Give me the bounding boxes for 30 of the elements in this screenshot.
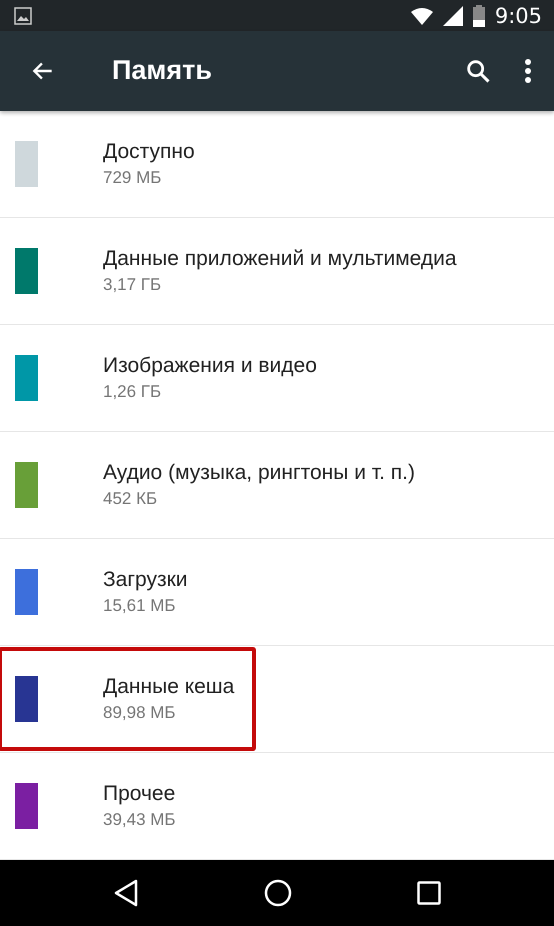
item-title: Данные кеша [103, 674, 234, 698]
image-icon [14, 6, 32, 25]
item-size: 3,17 ГБ [103, 274, 162, 294]
item-size: 729 МБ [103, 168, 162, 188]
item-title: Изображения и видео [103, 354, 317, 378]
storage-row[interactable]: Загрузки 15,61 МБ [0, 538, 554, 646]
storage-row[interactable]: Доступно 729 МБ [0, 110, 554, 218]
status-time: 9:05 [494, 4, 542, 28]
wifi-icon [410, 6, 433, 25]
item-size: 1,26 ГБ [103, 382, 162, 402]
square-icon [417, 880, 442, 905]
battery-icon [472, 4, 485, 27]
signal-icon [442, 6, 463, 26]
storage-row[interactable]: Данные приложений и мультимедиа 3,17 ГБ [0, 218, 554, 324]
circle-icon [264, 878, 292, 907]
screen-title: Память [112, 55, 213, 86]
storage-row[interactable]: Данные кеша 89,98 МБ [0, 646, 554, 752]
item-size: 15,61 МБ [103, 596, 177, 616]
item-title: Аудио (музыка, рингтоны и т. п.) [103, 460, 415, 484]
item-size: 39,43 МБ [103, 810, 176, 830]
item-title: Прочее [103, 782, 176, 806]
more-icon [524, 58, 532, 84]
storage-row[interactable]: Изображения и видео 1,26 ГБ [0, 324, 554, 432]
storage-row[interactable]: Аудио (музыка, рингтоны и т. п.) 452 КБ [0, 432, 554, 538]
item-title: Доступно [103, 140, 195, 164]
item-title: Данные приложений и мультимедиа [103, 246, 457, 270]
item-title: Загрузки [103, 568, 188, 592]
triangle-icon [112, 878, 139, 907]
item-size: 452 КБ [103, 488, 158, 508]
item-size: 89,98 МБ [103, 702, 177, 722]
